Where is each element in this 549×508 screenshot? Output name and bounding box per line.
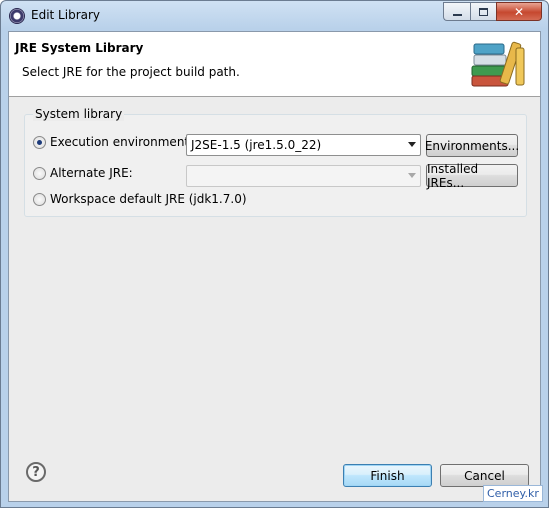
workspace-default-jre-option[interactable]: Workspace default JRE (jdk1.7.0): [33, 192, 247, 206]
execution-environment-value: J2SE-1.5 (jre1.5.0_22): [191, 138, 322, 152]
eclipse-app-icon: [9, 8, 25, 24]
alternate-jre-option[interactable]: Alternate JRE:: [33, 166, 133, 180]
installed-jres-button[interactable]: Installed JREs...: [426, 162, 518, 190]
watermark-label: Cerney.kr: [483, 485, 543, 502]
dialog-client-area: JRE System Library Select JRE for the pr…: [8, 31, 541, 502]
workspace-default-jre-radio[interactable]: [33, 192, 46, 206]
minimize-icon: [452, 13, 462, 16]
maximize-button[interactable]: [470, 2, 496, 21]
help-icon[interactable]: ?: [26, 462, 46, 482]
chevron-down-icon: [408, 142, 416, 147]
library-books-icon: [471, 41, 525, 87]
title-bar[interactable]: Edit Library ✕: [1, 1, 548, 31]
group-legend: System library: [33, 107, 125, 121]
page-title: JRE System Library: [15, 41, 144, 55]
execution-environment-radio[interactable]: [33, 135, 46, 149]
system-library-group: System library Execution environment: J2…: [24, 107, 527, 217]
cancel-button[interactable]: Cancel: [440, 464, 529, 487]
alternate-jre-label: Alternate JRE:: [50, 166, 133, 180]
dialog-window: Edit Library ✕ JRE System Library Select…: [0, 0, 549, 508]
minimize-button[interactable]: [443, 2, 470, 21]
maximize-icon: [479, 7, 488, 16]
alternate-jre-select: [186, 165, 421, 187]
environments-button[interactable]: Environments...: [425, 134, 519, 157]
page-description: Select JRE for the project build path.: [22, 65, 240, 79]
caption-buttons: ✕: [443, 2, 542, 21]
close-icon: ✕: [513, 4, 525, 19]
chevron-down-icon: [408, 173, 416, 178]
finish-button[interactable]: Finish: [343, 464, 432, 487]
close-button[interactable]: ✕: [496, 2, 542, 21]
execution-environment-option[interactable]: Execution environment:: [33, 135, 193, 149]
alternate-jre-radio[interactable]: [33, 166, 46, 180]
execution-environment-select[interactable]: J2SE-1.5 (jre1.5.0_22): [186, 134, 421, 156]
window-title: Edit Library: [31, 8, 101, 22]
execution-environment-label: Execution environment:: [50, 135, 194, 149]
workspace-default-jre-label: Workspace default JRE (jdk1.7.0): [50, 192, 247, 206]
wizard-header: JRE System Library Select JRE for the pr…: [9, 32, 540, 97]
